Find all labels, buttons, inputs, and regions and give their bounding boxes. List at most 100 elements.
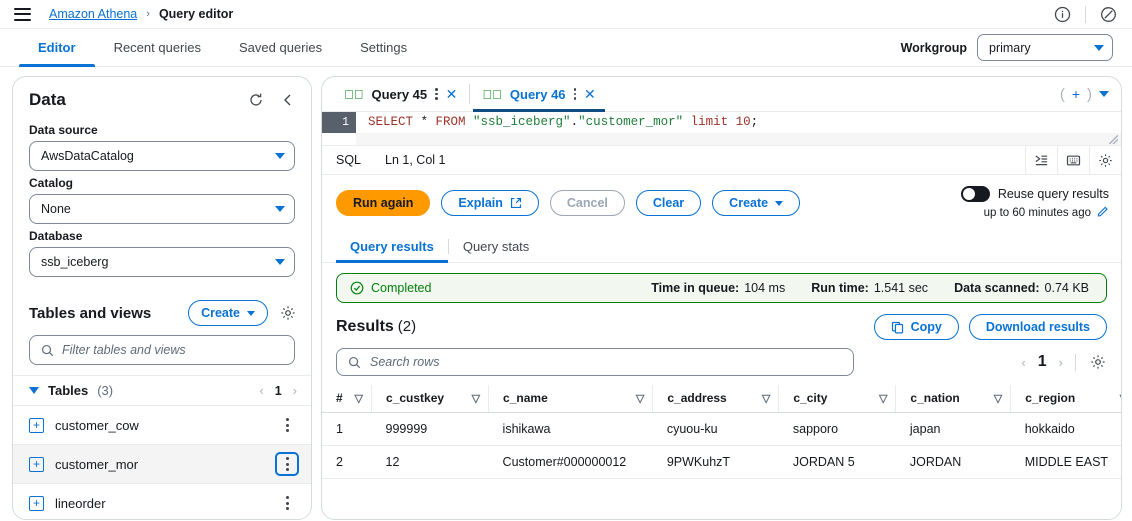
clear-label: Clear — [652, 196, 685, 210]
new-query-tab-button[interactable]: + — [1072, 86, 1080, 102]
filter-tables-input[interactable]: Filter tables and views — [29, 335, 295, 365]
tab-saved-queries-label: Saved queries — [239, 40, 323, 55]
reuse-duration-text: up to 60 minutes ago — [983, 206, 1091, 219]
filter-icon[interactable]: ▽ — [754, 392, 770, 405]
column-header-c-custkey-label: c_custkey — [386, 391, 445, 405]
column-header-c-custkey[interactable]: c_custkey ▽ — [371, 385, 490, 413]
filter-icon[interactable]: ▽ — [986, 392, 1002, 405]
table-options-icon[interactable] — [275, 491, 299, 515]
results-preferences-icon[interactable] — [1088, 353, 1107, 372]
cell-c-city: JORDAN 5 — [778, 445, 896, 479]
table-item-customer-cow[interactable]: + customer_cow — [13, 405, 311, 444]
metric-run-time-label: Run time: — [811, 281, 869, 295]
workgroup-select[interactable]: primary — [977, 34, 1113, 61]
download-results-button[interactable]: Download results — [968, 314, 1107, 340]
tab-query-results[interactable]: Query results — [336, 231, 448, 263]
expand-table-icon[interactable]: + — [29, 417, 44, 433]
tab-recent-queries-label: Recent queries — [113, 40, 202, 55]
divider — [1085, 5, 1086, 23]
sql-editor[interactable]: 1 SELECT * FROM "ssb_iceberg"."customer_… — [322, 112, 1121, 145]
column-header-c-nation[interactable]: c_nation ▽ — [895, 385, 1012, 413]
query-tab-options-icon[interactable] — [573, 88, 577, 100]
tab-settings[interactable]: Settings — [341, 29, 426, 66]
table-row[interactable]: 1 999999 ishikawa cyuou-ku sapporo japan… — [322, 412, 1121, 446]
sql-code-line[interactable]: SELECT * FROM "ssb_iceberg"."customer_mo… — [356, 112, 1121, 133]
tables-settings-icon[interactable] — [278, 304, 297, 323]
tables-next-page-icon[interactable]: › — [293, 383, 297, 398]
search-icon — [348, 356, 361, 368]
catalog-label: Catalog — [29, 176, 74, 190]
query-tab-45[interactable]: ✓⃝ Query 45 ✕ — [335, 77, 466, 111]
editor-settings-icon[interactable] — [1089, 145, 1121, 175]
query-tab-options-icon[interactable] — [435, 88, 438, 100]
workgroup-label: Workgroup — [900, 40, 967, 55]
keyboard-shortcuts-icon[interactable] — [1057, 145, 1089, 175]
database-select[interactable]: ssb_iceberg — [29, 247, 295, 277]
run-again-button[interactable]: Run again — [336, 190, 431, 216]
filter-icon[interactable]: ▽ — [871, 392, 887, 405]
column-header-c-address-label: c_address — [667, 391, 727, 405]
database-value: ssb_iceberg — [41, 255, 109, 269]
tables-group-header[interactable]: Tables (3) ‹ 1 › — [13, 375, 311, 405]
column-header-c-name[interactable]: c_name ▽ — [488, 385, 654, 413]
table-options-icon[interactable] — [275, 452, 299, 476]
athena-query-editor: Amazon Athena › Query editor Editor Rece… — [0, 0, 1132, 521]
search-rows-input[interactable]: Search rows — [336, 348, 854, 376]
chevron-down-icon[interactable] — [1099, 91, 1109, 97]
filter-icon[interactable]: ▽ — [464, 392, 480, 405]
edit-reuse-duration-icon[interactable] — [1097, 205, 1109, 220]
clear-button[interactable]: Clear — [635, 190, 702, 216]
results-table-head: # ▽ c_custkey ▽ c_name ▽ c_address ▽ c_city ▽… — [322, 385, 1121, 413]
sql-keyword-from: FROM — [435, 115, 474, 129]
tables-prev-page-icon[interactable]: ‹ — [259, 383, 263, 398]
table-row[interactable]: 2 12 Customer#000000012 9PWKuhzT JORDAN … — [322, 445, 1121, 479]
cell-c-region: hokkaido — [1010, 412, 1121, 446]
hamburger-icon[interactable] — [14, 7, 31, 21]
query-tab-controls: ( + ) — [1060, 77, 1121, 111]
data-source-select[interactable]: AwsDataCatalog — [29, 141, 295, 171]
collapse-panel-icon[interactable] — [278, 91, 297, 110]
table-item-customer-mor[interactable]: + customer_mor — [13, 444, 311, 483]
column-header-c-region[interactable]: c_region ▽ — [1010, 385, 1121, 413]
results-pagination: ‹ 1 › — [1021, 353, 1107, 372]
breadcrumb-amazon-athena[interactable]: Amazon Athena — [49, 7, 137, 21]
refresh-icon[interactable] — [246, 91, 265, 110]
tab-saved-queries[interactable]: Saved queries — [220, 29, 341, 66]
cell-c-name: ishikawa — [488, 412, 653, 446]
column-header-c-city[interactable]: c_city ▽ — [778, 385, 897, 413]
query-tab-46[interactable]: ✓⃝ Query 46 ✕ — [473, 77, 606, 112]
editor-resize-handle[interactable] — [1109, 135, 1118, 144]
create-table-button[interactable]: Create — [188, 300, 268, 326]
line-number: 1 — [322, 112, 356, 133]
expand-triangle-icon — [29, 387, 39, 394]
column-header-c-address[interactable]: c_address ▽ — [652, 385, 780, 413]
tables-pager: ‹ 1 › — [259, 383, 297, 398]
table-item-lineorder[interactable]: + lineorder — [13, 483, 311, 519]
results-count: (2) — [397, 318, 417, 335]
copy-button[interactable]: Copy — [873, 314, 959, 340]
table-options-icon[interactable] — [275, 413, 299, 437]
expand-table-icon[interactable]: + — [29, 495, 44, 511]
create-button[interactable]: Create — [712, 190, 801, 216]
filter-icon[interactable]: ▽ — [628, 392, 644, 405]
cell-c-city: sapporo — [778, 412, 896, 446]
expand-table-icon[interactable]: + — [29, 456, 44, 472]
notifications-icon[interactable] — [1099, 5, 1118, 24]
results-next-page-icon[interactable]: › — [1059, 355, 1063, 370]
column-header-index[interactable]: # ▽ — [322, 385, 373, 413]
results-prev-page-icon[interactable]: ‹ — [1021, 355, 1025, 370]
tab-recent-queries[interactable]: Recent queries — [95, 29, 220, 66]
explain-button[interactable]: Explain — [441, 190, 539, 216]
cell-c-address: 9PWKuhzT — [652, 445, 779, 479]
info-icon[interactable] — [1053, 5, 1072, 24]
tab-query-stats[interactable]: Query stats — [449, 231, 543, 262]
filter-icon[interactable]: ▽ — [347, 392, 363, 405]
format-indent-icon[interactable] — [1025, 145, 1057, 175]
status-badge: Completed — [350, 281, 431, 295]
tab-editor[interactable]: Editor — [19, 29, 95, 67]
filter-icon[interactable]: ▽ — [1112, 392, 1121, 405]
query-tab-close-icon[interactable]: ✕ — [584, 86, 596, 103]
catalog-select[interactable]: None — [29, 194, 295, 224]
query-tab-close-icon[interactable]: ✕ — [446, 86, 458, 103]
reuse-query-results-toggle[interactable] — [960, 186, 990, 202]
